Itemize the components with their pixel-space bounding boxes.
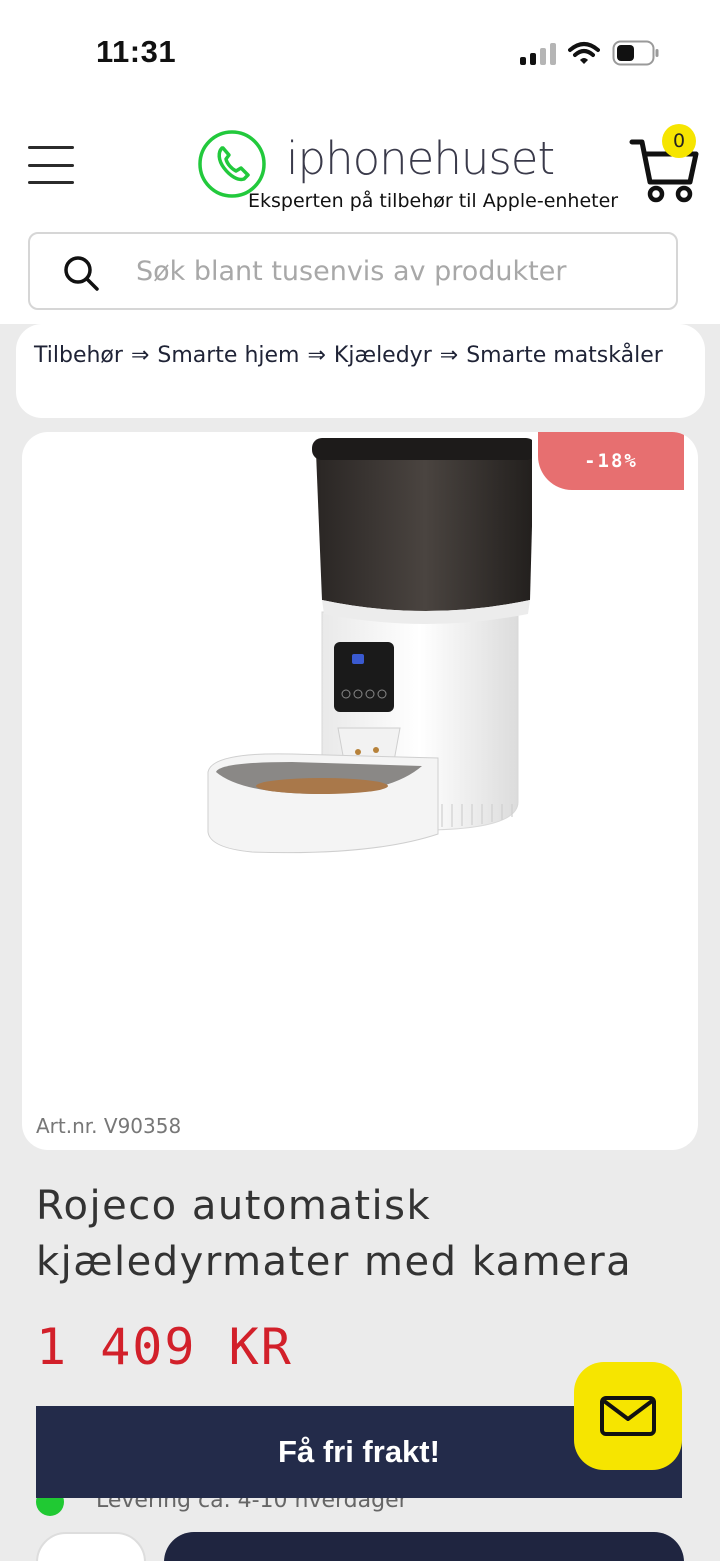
breadcrumb-item-smarte-matskaler[interactable]: Smarte matskåler [466,343,663,368]
breadcrumb-item-smarte-hjem[interactable]: Smarte hjem [157,343,299,368]
discount-badge: -18% [538,432,684,490]
quantity-stepper[interactable] [36,1532,146,1561]
search-icon[interactable] [62,254,100,292]
status-icons [520,38,660,68]
brand-tagline: Eksperten på tilbehør til Apple-enheter [248,190,619,212]
mail-icon [600,1396,656,1436]
product-price: 1 409 KR [36,1318,293,1376]
search-input[interactable] [136,234,656,308]
cart-button[interactable]: 0 [628,124,702,208]
product-image[interactable] [172,432,532,872]
wifi-icon [568,42,600,64]
cellular-signal-icon [520,41,556,65]
battery-icon [612,40,659,66]
contact-button[interactable] [574,1362,682,1470]
product-image-card[interactable]: -18% Art.nr. V90358 [22,432,698,1150]
product-title: Rojeco automatisk kjæledyrmater med kame… [36,1183,633,1285]
breadcrumb-item-tilbehor[interactable]: Tilbehør [34,343,123,368]
search-bar[interactable] [28,232,678,310]
add-to-cart-button[interactable] [164,1532,684,1561]
breadcrumb-separator: ⇒ [439,343,459,368]
breadcrumb-separator: ⇒ [130,343,150,368]
hamburger-menu-icon[interactable] [28,146,74,184]
brand-name: iphonehuset [286,132,555,185]
breadcrumb: Tilbehør ⇒ Smarte hjem ⇒ Kjæledyr ⇒ Smarte mat… [16,324,705,418]
breadcrumb-item-kjaeledyr[interactable]: Kjæledyr [334,343,432,368]
cart-count-badge: 0 [662,124,696,158]
breadcrumb-separator: ⇒ [307,343,326,368]
article-number: Art.nr. V90358 [36,1114,182,1138]
status-time: 11:31 [96,34,177,69]
